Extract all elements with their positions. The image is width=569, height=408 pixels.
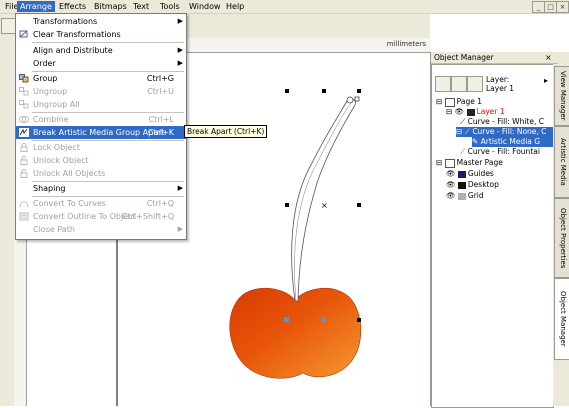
- submenu-arrow-icon: ▶: [177, 184, 183, 192]
- selection-handle[interactable]: [357, 318, 361, 322]
- cherry-body[interactable]: [229, 287, 362, 379]
- node-handle[interactable]: [284, 317, 289, 322]
- menu-item-convert-to-curves[interactable]: Convert To Curves Ctrl+Q: [16, 197, 186, 210]
- menu-item-unlock-object[interactable]: Unlock Object: [16, 154, 186, 167]
- unlock-all-icon: [20, 169, 28, 178]
- menu-window[interactable]: Window: [186, 1, 224, 12]
- menu-item-clear-transformations[interactable]: Clear Transformations: [16, 28, 186, 41]
- tree-layer-1[interactable]: ⊟ 👁 Layer 1: [446, 107, 505, 117]
- break-apart-icon: [19, 128, 29, 137]
- lock-icon: [20, 143, 28, 152]
- layer-value: Layer 1: [486, 84, 515, 93]
- tree-curve-fountain[interactable]: ⟋ Curve - Fill: Fountai: [460, 147, 540, 157]
- menu-text[interactable]: Text: [130, 1, 152, 12]
- docker-title: Object Manager: [431, 52, 558, 64]
- menu-item-ungroup-all[interactable]: Ungroup All: [16, 98, 186, 111]
- tree-page-1[interactable]: ⊟ Page 1: [436, 97, 482, 107]
- tree-curve-white[interactable]: ⟋ Curve - Fill: White, C: [460, 117, 544, 127]
- menu-bitmaps[interactable]: Bitmaps: [91, 1, 130, 12]
- edit-across-layers-button[interactable]: [467, 76, 483, 92]
- stem-node[interactable]: [346, 96, 354, 104]
- docker-tabs: View Manager Artistic Media Object Prope…: [553, 64, 569, 406]
- close-button[interactable]: ×: [556, 1, 569, 13]
- ungroup-icon: [19, 87, 29, 96]
- tab-artistic-media[interactable]: Artistic Media: [554, 126, 569, 198]
- submenu-arrow-icon: ▶: [177, 59, 183, 67]
- stem-node[interactable]: [354, 96, 360, 102]
- cherry-stem[interactable]: [291, 98, 356, 302]
- tab-view-manager[interactable]: View Manager: [554, 66, 569, 126]
- toolbox: [0, 38, 15, 406]
- menu-arrange[interactable]: Arrange: [17, 1, 55, 12]
- selection-handle[interactable]: [357, 89, 361, 93]
- tree-artistic-media[interactable]: ✎ Artistic Media G: [472, 137, 553, 147]
- menu-item-convert-outline[interactable]: Convert Outline To Object Ctrl+Shift+Q: [16, 210, 186, 223]
- tooltip: Break Apart (Ctrl+K): [184, 125, 268, 138]
- submenu-arrow-icon: ▶: [177, 17, 183, 25]
- selection-handle[interactable]: [322, 89, 326, 93]
- docker-close-icon[interactable]: ×: [545, 53, 553, 62]
- combine-icon: [19, 116, 29, 123]
- tab-object-manager[interactable]: Object Manager: [554, 278, 569, 360]
- menu-item-order[interactable]: Order ▶: [16, 57, 186, 70]
- menu-item-unlock-all[interactable]: Unlock All Objects: [16, 167, 186, 180]
- submenu-arrow-icon: ▶: [177, 225, 183, 233]
- node-handle[interactable]: [321, 317, 326, 322]
- tree-guides[interactable]: 👁 Guides: [446, 169, 494, 179]
- show-properties-button[interactable]: [451, 76, 467, 92]
- tree-curve-none[interactable]: ⊟ ⟋ Curve - Fill: None, C: [456, 127, 553, 137]
- menu-help[interactable]: Help: [223, 1, 247, 12]
- selection-handle[interactable]: [285, 203, 289, 207]
- convert-curves-icon: [19, 201, 29, 208]
- tree-desktop[interactable]: 👁 Desktop: [446, 180, 499, 190]
- menu-item-align-distribute[interactable]: Align and Distribute ▶: [16, 44, 186, 57]
- menu-item-break-apart[interactable]: Break Artistic Media Group Apart Ctrl+K: [16, 126, 186, 139]
- menu-item-ungroup[interactable]: Ungroup Ctrl+U: [16, 85, 186, 98]
- convert-outline-icon: [19, 212, 29, 221]
- menu-bar: File Arrange Effects Bitmaps Text Tools …: [0, 0, 569, 14]
- menu-item-transformations[interactable]: Transformations ▶: [16, 15, 186, 28]
- menu-item-shaping[interactable]: Shaping ▶: [16, 182, 186, 195]
- menu-item-lock-object[interactable]: Lock Object: [16, 141, 186, 154]
- docker-menu-arrow-icon[interactable]: ▸: [544, 76, 548, 85]
- menu-effects[interactable]: Effects: [56, 1, 89, 12]
- group-icon: [19, 74, 29, 83]
- object-manager-tree: Layer: Layer 1 ▸ ⊟ Page 1 ⊟ 👁 Layer 1 ⟋ …: [431, 64, 554, 408]
- ungroup-all-icon: [19, 100, 29, 109]
- tab-object-properties[interactable]: Object Properties: [554, 198, 569, 278]
- layer-label: Layer:: [486, 75, 510, 84]
- tree-master-page[interactable]: ⊟ Master Page: [436, 158, 503, 168]
- selection-center-mark: ×: [321, 201, 328, 210]
- menu-item-combine[interactable]: Combine Ctrl+L: [16, 113, 186, 126]
- new-layer-button[interactable]: [435, 76, 451, 92]
- arrange-menu: Transformations ▶ Clear Transformations A…: [15, 13, 187, 240]
- tree-grid[interactable]: 👁 Grid: [446, 191, 484, 201]
- selection-handle[interactable]: [357, 203, 361, 207]
- unlock-icon: [20, 156, 28, 165]
- selection-handle[interactable]: [285, 89, 289, 93]
- submenu-arrow-icon: ▶: [177, 46, 183, 54]
- menu-item-group[interactable]: Group Ctrl+G: [16, 72, 186, 85]
- menu-tools[interactable]: Tools: [157, 1, 183, 12]
- clear-transform-icon: [19, 30, 28, 38]
- ruler-unit: millimeters: [386, 40, 426, 48]
- menu-item-close-path[interactable]: Close Path ▶: [16, 223, 186, 236]
